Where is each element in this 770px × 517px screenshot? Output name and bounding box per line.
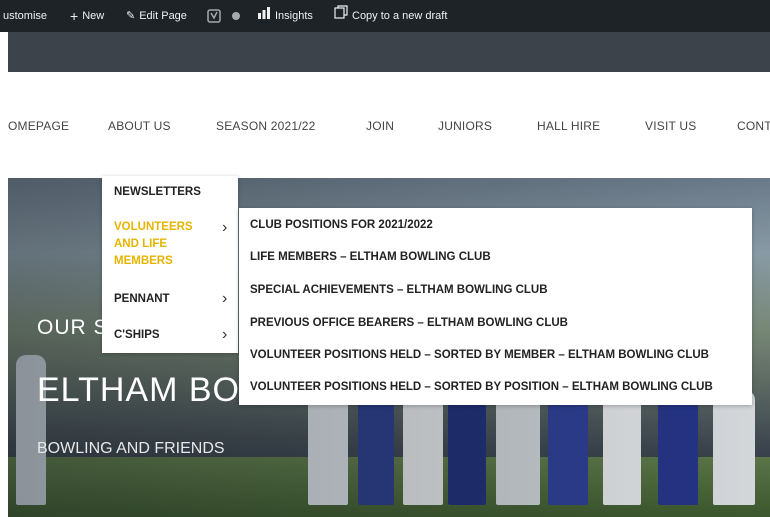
bar-chart-icon	[257, 0, 271, 32]
insights-label: Insights	[275, 10, 313, 22]
submenu-item-pennant[interactable]: PENNANT	[114, 291, 170, 308]
copy-draft-link[interactable]: Copy to a new draft	[334, 0, 447, 32]
copy-icon	[334, 0, 348, 32]
nav-season[interactable]: SEASON 2021/22	[216, 119, 316, 133]
new-link[interactable]: + New	[70, 0, 104, 32]
customise-link[interactable]: ustomise	[3, 0, 47, 32]
submenu-item-previous-office-bearers[interactable]: PREVIOUS OFFICE BEARERS – ELTHAM BOWLING…	[250, 317, 568, 329]
submenu-item-cships[interactable]: C'SHIPS	[114, 327, 160, 344]
chevron-right-icon: ›	[222, 326, 228, 343]
nav-juniors[interactable]: JUNIORS	[438, 119, 492, 133]
hero-tagline: BOWLING AND FRIENDS	[37, 440, 225, 457]
chevron-right-icon: ›	[222, 219, 228, 236]
submenu-item-club-positions[interactable]: CLUB POSITIONS FOR 2021/2022	[250, 219, 433, 231]
copy-draft-label: Copy to a new draft	[352, 10, 448, 22]
submenu-item-positions-by-position[interactable]: VOLUNTEER POSITIONS HELD – SORTED BY POS…	[250, 381, 713, 393]
new-label: New	[82, 10, 105, 22]
nav-visit-us[interactable]: VISIT US	[645, 119, 696, 133]
plus-icon: +	[70, 8, 79, 24]
submenu-item-special-achievements[interactable]: SPECIAL ACHIEVEMENTS – ELTHAM BOWLING CL…	[250, 284, 548, 296]
customise-label: ustomise	[3, 10, 48, 22]
pencil-icon: ✎	[126, 10, 136, 22]
nav-join[interactable]: JOIN	[366, 119, 394, 133]
nav-about-us[interactable]: ABOUT US	[108, 119, 171, 133]
yoast-icon[interactable]	[207, 0, 221, 32]
nav-contact[interactable]: CONT	[737, 119, 770, 133]
hero-heading-large: ELTHAM BOV	[37, 371, 264, 409]
insights-link[interactable]: Insights	[257, 0, 313, 32]
about-us-submenu: NEWSLETTERS VOLUNTEERS AND LIFE MEMBERS …	[102, 176, 238, 353]
admin-bar: ustomise + New ✎ Edit Page Insights Copy…	[0, 0, 770, 32]
header-strip	[8, 32, 770, 72]
hero-heading-small: OUR S	[37, 316, 109, 339]
edit-page-link[interactable]: ✎ Edit Page	[126, 0, 187, 32]
submenu-item-volunteers[interactable]: VOLUNTEERS AND LIFE MEMBERS	[114, 219, 209, 270]
chevron-right-icon: ›	[222, 290, 228, 307]
submenu-item-life-members[interactable]: LIFE MEMBERS – ELTHAM BOWLING CLUB	[250, 251, 491, 263]
status-dot-icon	[231, 0, 241, 32]
submenu-item-positions-by-member[interactable]: VOLUNTEER POSITIONS HELD – SORTED BY MEM…	[250, 349, 709, 361]
volunteers-submenu: CLUB POSITIONS FOR 2021/2022 LIFE MEMBER…	[239, 208, 752, 405]
main-nav: OMEPAGE ABOUT US SEASON 2021/22 JOIN JUN…	[0, 72, 770, 178]
edit-page-label: Edit Page	[139, 10, 187, 22]
submenu-item-newsletters[interactable]: NEWSLETTERS	[114, 184, 201, 201]
nav-hall-hire[interactable]: HALL HIRE	[537, 119, 600, 133]
nav-homepage[interactable]: OMEPAGE	[8, 119, 69, 133]
